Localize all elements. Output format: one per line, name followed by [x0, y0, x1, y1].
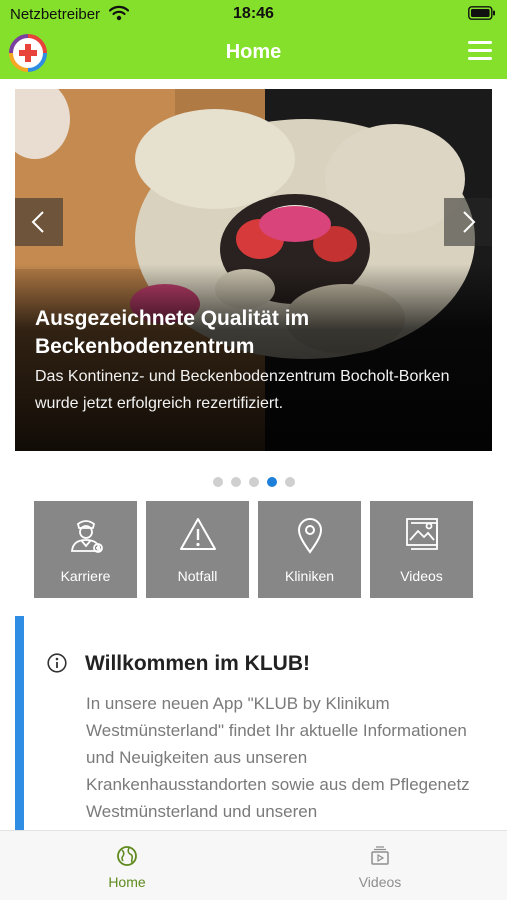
welcome-text: In unsere neuen App "KLUB by Klinikum We… [86, 694, 470, 821]
pagination-dot[interactable] [266, 477, 277, 487]
welcome-card: Willkommen im KLUB! In unsere neuen App … [15, 616, 507, 836]
slide-title[interactable]: Ausgezeichnete Qualität im Beckenbodenze… [35, 305, 475, 361]
tab-label: Home [108, 874, 146, 890]
hamburger-menu-icon[interactable] [468, 41, 492, 63]
location-pin-icon [297, 518, 323, 554]
tile-karriere[interactable]: Karriere [34, 501, 137, 598]
status-bar: Netzbetreiber 18:46 [0, 0, 507, 28]
welcome-title: Willkommen im KLUB! [85, 652, 310, 675]
info-icon [47, 653, 67, 673]
pagination-dot[interactable] [284, 477, 295, 487]
warning-icon [180, 518, 216, 550]
slider-next-button[interactable] [444, 198, 492, 246]
tile-label: Karriere [60, 568, 111, 584]
tab-videos[interactable]: Videos [310, 831, 450, 900]
slider-pagination [0, 474, 507, 492]
tile-label: Videos [400, 568, 443, 584]
chevron-right-icon [463, 211, 476, 233]
pagination-dot[interactable] [248, 477, 259, 487]
globe-icon [117, 846, 137, 866]
chevron-left-icon [31, 211, 44, 233]
pagination-dot[interactable] [212, 477, 223, 487]
slide-description: Das Kontinenz- und Beckenbodenzentrum Bo… [35, 368, 450, 412]
tile-label: Kliniken [284, 568, 335, 584]
tile-videos[interactable]: Videos [370, 501, 473, 598]
accent-bar [15, 616, 24, 836]
video-icon [371, 846, 389, 865]
nav-bar: Home [0, 28, 507, 79]
slider-prev-button[interactable] [15, 198, 63, 246]
tab-label: Videos [358, 874, 402, 890]
page-title: Home [225, 41, 282, 63]
pagination-dot[interactable] [230, 477, 241, 487]
battery-icon [468, 6, 495, 20]
doctor-icon [71, 520, 103, 553]
app-header: Netzbetreiber 18:46 Home [0, 0, 507, 79]
quick-links: Karriere Notfall Kliniken Videos [34, 501, 474, 598]
bottom-tab-bar: Home Videos [0, 830, 507, 900]
status-time: 18:46 [233, 5, 274, 22]
gallery-icon [406, 518, 438, 550]
tile-kliniken[interactable]: Kliniken [258, 501, 361, 598]
tile-label: Notfall [177, 568, 218, 584]
tile-notfall[interactable]: Notfall [146, 501, 249, 598]
news-slider[interactable]: Ausgezeichnete Qualität im Beckenbodenze… [15, 89, 492, 451]
tab-home[interactable]: Home [57, 831, 197, 900]
